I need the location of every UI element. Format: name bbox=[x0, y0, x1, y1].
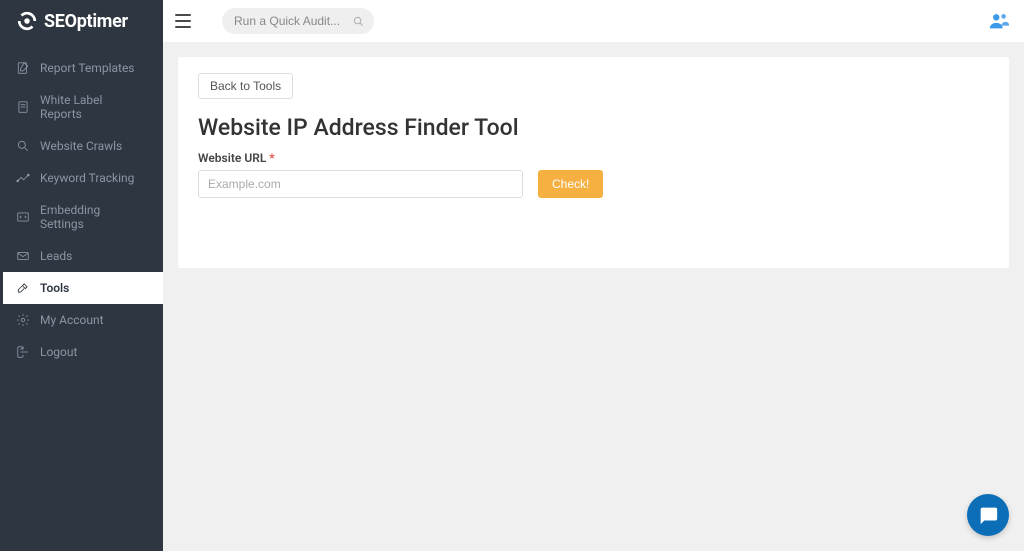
sidebar-item-keyword-tracking[interactable]: Keyword Tracking bbox=[0, 162, 163, 194]
url-field-label: Website URL * bbox=[198, 151, 989, 165]
website-url-input[interactable] bbox=[198, 170, 523, 198]
logo[interactable]: SEOptimer bbox=[0, 0, 163, 42]
logo-icon bbox=[16, 10, 38, 32]
check-button[interactable]: Check! bbox=[538, 170, 603, 198]
search-icon bbox=[16, 139, 30, 153]
hamburger-icon[interactable] bbox=[175, 10, 197, 32]
sidebar-item-label: Report Templates bbox=[40, 61, 135, 75]
search-input[interactable] bbox=[234, 14, 362, 28]
required-indicator: * bbox=[269, 151, 274, 165]
gear-icon bbox=[16, 313, 30, 327]
sidebar-item-label: Embedding Settings bbox=[40, 203, 147, 231]
back-to-tools-button[interactable]: Back to Tools bbox=[198, 73, 293, 99]
sidebar-item-label: My Account bbox=[40, 313, 104, 327]
sidebar-item-label: Tools bbox=[40, 281, 69, 295]
chart-line-icon bbox=[16, 171, 30, 185]
embed-icon bbox=[16, 210, 30, 224]
topbar-right bbox=[988, 10, 1010, 32]
sidebar-item-logout[interactable]: Logout bbox=[0, 336, 163, 368]
sidebar-item-label: Keyword Tracking bbox=[40, 171, 134, 185]
sidebar-item-label: Website Crawls bbox=[40, 139, 122, 153]
url-label-text: Website URL bbox=[198, 151, 266, 165]
sidebar-item-embedding-settings[interactable]: Embedding Settings bbox=[0, 194, 163, 240]
chat-icon bbox=[977, 504, 999, 526]
mail-icon bbox=[16, 249, 30, 263]
sidebar: SEOptimer Report Templates White Label R… bbox=[0, 0, 163, 551]
sidebar-item-report-templates[interactable]: Report Templates bbox=[0, 52, 163, 84]
document-icon bbox=[16, 100, 30, 114]
sidebar-item-website-crawls[interactable]: Website Crawls bbox=[0, 130, 163, 162]
tool-card: Back to Tools Website IP Address Finder … bbox=[178, 57, 1009, 268]
users-icon[interactable] bbox=[988, 10, 1010, 32]
search-icon bbox=[353, 16, 364, 27]
edit-document-icon bbox=[16, 61, 30, 75]
quick-audit-search[interactable] bbox=[222, 8, 374, 34]
sidebar-item-label: Leads bbox=[40, 249, 72, 263]
content-area: Back to Tools Website IP Address Finder … bbox=[163, 42, 1024, 283]
sidebar-item-my-account[interactable]: My Account bbox=[0, 304, 163, 336]
logo-text: SEOptimer bbox=[44, 11, 128, 32]
topbar bbox=[163, 0, 1024, 42]
sidebar-item-leads[interactable]: Leads bbox=[0, 240, 163, 272]
sidebar-item-white-label[interactable]: White Label Reports bbox=[0, 84, 163, 130]
sidebar-item-label: Logout bbox=[40, 345, 77, 359]
logout-icon bbox=[16, 345, 30, 359]
chat-launcher[interactable] bbox=[967, 494, 1009, 536]
nav: Report Templates White Label Reports Web… bbox=[0, 42, 163, 368]
sidebar-item-tools[interactable]: Tools bbox=[0, 272, 163, 304]
page-title: Website IP Address Finder Tool bbox=[198, 114, 989, 141]
form-row: Check! bbox=[198, 170, 989, 198]
sidebar-item-label: White Label Reports bbox=[40, 93, 147, 121]
tools-icon bbox=[16, 281, 30, 295]
